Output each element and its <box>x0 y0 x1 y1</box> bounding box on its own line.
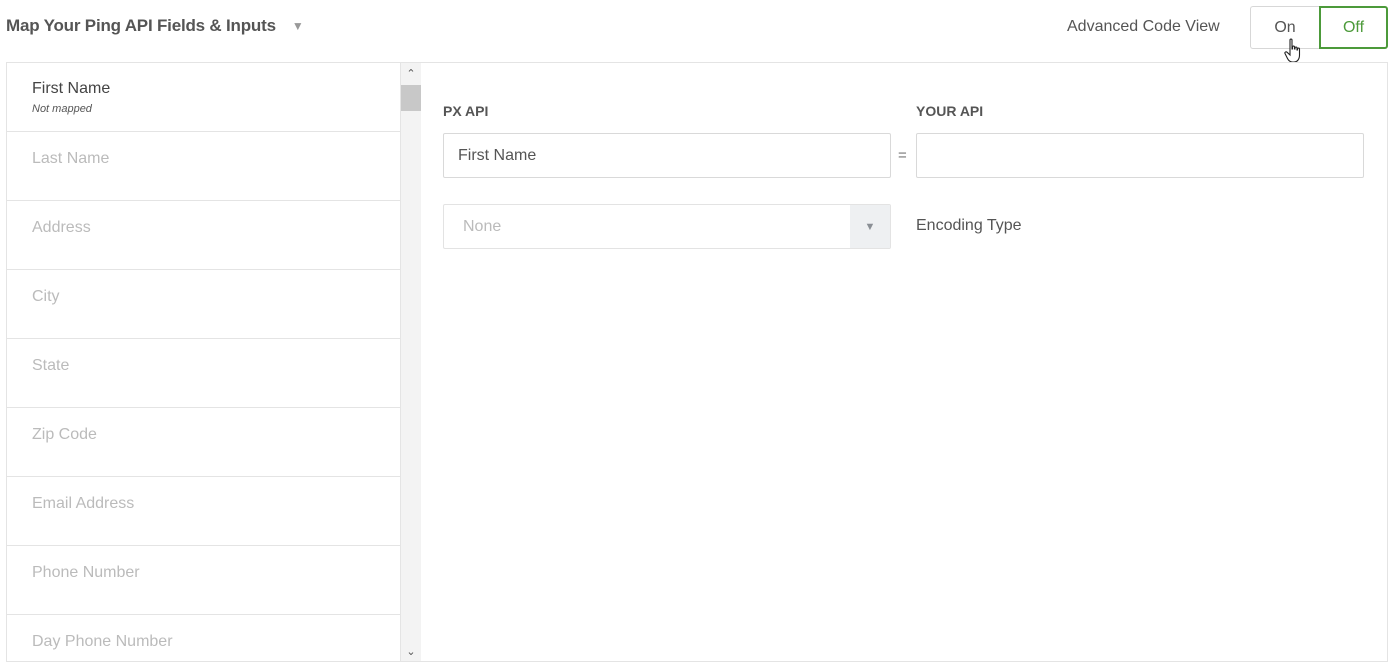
field-name: Address <box>32 219 91 236</box>
mapping-panel: First Name Not mapped Last Name Address … <box>6 62 1388 662</box>
field-name: First Name <box>32 80 111 97</box>
px-api-input[interactable]: First Name <box>443 133 891 178</box>
encoding-type-label: Encoding Type <box>916 217 1022 234</box>
encoding-type-value: None <box>463 217 502 235</box>
toggle-off-button[interactable]: Off <box>1319 6 1388 49</box>
encoding-type-select[interactable]: None ▼ <box>443 204 891 249</box>
field-item-phone-number[interactable]: Phone Number <box>7 546 400 615</box>
field-item-day-phone-number[interactable]: Day Phone Number <box>7 615 400 661</box>
mapping-editor: PX API YOUR API First Name = None ▼ Enco… <box>421 63 1387 661</box>
header: Map Your Ping API Fields & Inputs ▼ Adva… <box>0 0 1394 63</box>
caret-down-icon: ▼ <box>291 19 304 33</box>
field-item-email-address[interactable]: Email Address <box>7 477 400 546</box>
px-api-label: PX API <box>443 103 489 119</box>
field-name: Day Phone Number <box>32 633 173 650</box>
your-api-label: YOUR API <box>916 103 984 119</box>
field-name: State <box>32 357 70 374</box>
field-item-address[interactable]: Address <box>7 201 400 270</box>
hand-pointer-icon <box>1284 38 1301 63</box>
field-item-city[interactable]: City <box>7 270 400 339</box>
caret-down-icon: ▼ <box>850 205 890 248</box>
scrollbar-thumb[interactable] <box>401 85 421 111</box>
field-name: Zip Code <box>32 426 97 443</box>
advanced-code-view-label: Advanced Code View <box>1067 18 1220 35</box>
your-api-input[interactable] <box>916 133 1364 178</box>
equals-sign: = <box>898 147 907 164</box>
field-item-last-name[interactable]: Last Name <box>7 132 400 201</box>
title-dropdown[interactable]: Map Your Ping API Fields & Inputs ▼ <box>6 16 304 36</box>
chevron-down-icon[interactable]: ⌄ <box>401 641 421 661</box>
chevron-up-icon[interactable]: ⌃ <box>401 63 421 83</box>
field-item-state[interactable]: State <box>7 339 400 408</box>
field-list: First Name Not mapped Last Name Address … <box>7 63 401 661</box>
field-status: Not mapped <box>32 103 92 115</box>
field-name: Email Address <box>32 495 135 512</box>
field-item-first-name[interactable]: First Name Not mapped <box>7 63 400 132</box>
field-name: Phone Number <box>32 564 140 581</box>
field-list-scrollbar[interactable]: ⌃ ⌄ <box>401 63 421 661</box>
field-item-zip-code[interactable]: Zip Code <box>7 408 400 477</box>
page-title: Map Your Ping API Fields & Inputs <box>6 16 276 35</box>
field-name: Last Name <box>32 150 110 167</box>
field-name: City <box>32 288 60 305</box>
advanced-code-view-toggle: On Off <box>1250 6 1388 49</box>
